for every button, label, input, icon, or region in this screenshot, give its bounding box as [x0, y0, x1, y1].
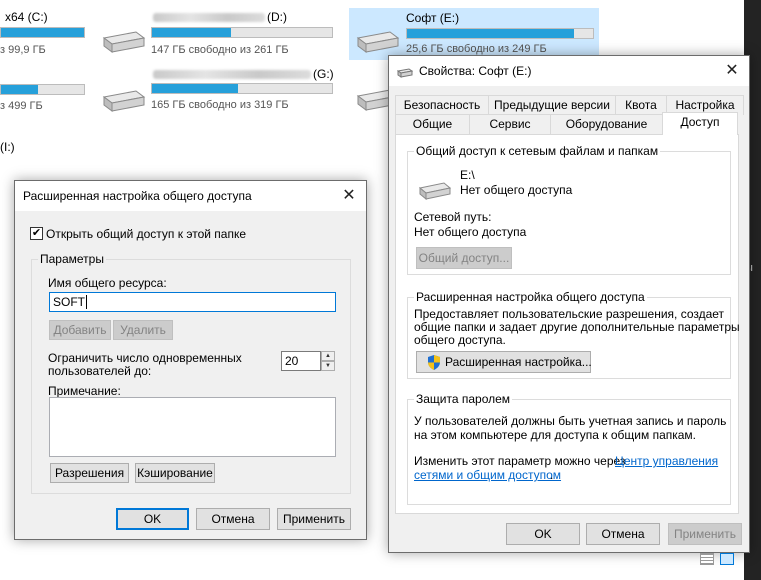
- sharing-tab-panel: Общий доступ к сетевым файлам и папкам E…: [395, 134, 740, 514]
- close-icon[interactable]: ✕: [338, 185, 360, 207]
- drive-label: (D:): [267, 10, 287, 24]
- share-name-value: SOFT: [53, 295, 85, 309]
- drive-label: x64 (C:): [5, 10, 48, 24]
- network-path-value: Нет общего доступа: [414, 225, 527, 239]
- note-textarea[interactable]: [49, 397, 336, 457]
- password-description-line: на этом компьютере для доступа к общим п…: [414, 428, 697, 442]
- drive-free-space: з 499 ГБ: [0, 100, 43, 112]
- tab-general[interactable]: Общие: [395, 114, 470, 134]
- drive-free-space: 147 ГБ свободно из 261 ГБ: [151, 44, 289, 56]
- network-sharing-group: Общий доступ к сетевым файлам и папкам E…: [407, 144, 731, 275]
- drive-d[interactable]: (D:) 147 ГБ свободно из 261 ГБ: [95, 0, 335, 60]
- cancel-button[interactable]: Отмена: [586, 523, 660, 545]
- network-center-link[interactable]: Центр управления: [615, 454, 718, 468]
- group-title: Защита паролем: [414, 392, 513, 406]
- drive-label: Софт (E:): [406, 11, 460, 25]
- drive-usage-bar: [0, 27, 85, 38]
- advanced-sharing-button-label: Расширенная настройка...: [445, 355, 592, 369]
- drive-usage-bar: [151, 27, 333, 38]
- share-status: Нет общего доступа: [460, 183, 573, 197]
- remove-button[interactable]: Удалить: [113, 320, 173, 340]
- ok-button[interactable]: OK: [506, 523, 580, 545]
- user-limit-value: 20: [285, 354, 299, 368]
- network-path-label: Сетевой путь:: [414, 210, 492, 224]
- drive-label: (G:): [313, 67, 334, 81]
- caching-button[interactable]: Кэширование: [135, 463, 215, 483]
- note-label: Примечание:: [48, 384, 121, 398]
- tab-hardware[interactable]: Оборудование: [550, 114, 663, 134]
- change-setting-text: Изменить этот параметр можно через: [414, 454, 626, 468]
- group-title: Общий доступ к сетевым файлам и папкам: [414, 144, 661, 158]
- share-name-input[interactable]: SOFT: [49, 292, 336, 312]
- advanced-sharing-dialog: Расширенная настройка общего доступа ✕ ✔…: [14, 180, 367, 540]
- drive-free-space: з 99,9 ГБ: [0, 44, 46, 56]
- group-title: Параметры: [38, 252, 106, 266]
- advanced-description-line: Предоставляет пользовательские разрешени…: [414, 307, 725, 321]
- user-limit-label: Ограничить число одновременных: [48, 351, 242, 365]
- drive-icon: [397, 68, 413, 78]
- drive-free-space: 165 ГБ свободно из 319 ГБ: [151, 99, 289, 111]
- group-title: Расширенная настройка общего доступа: [414, 290, 647, 304]
- blurred-name: [153, 13, 265, 22]
- user-limit-label: пользователей до:: [48, 364, 152, 378]
- details-view-icon[interactable]: [700, 553, 714, 565]
- drive-usage-bar: [406, 28, 594, 39]
- parameters-group: Параметры Имя общего ресурса: SOFT Добав…: [31, 252, 351, 494]
- share-button[interactable]: Общий доступ...: [416, 247, 512, 269]
- spin-up-icon[interactable]: ▲: [321, 351, 335, 361]
- drive-i-label[interactable]: (I:): [0, 140, 15, 154]
- ok-button[interactable]: OK: [116, 508, 189, 530]
- network-center-link-continued[interactable]: сетями и общим доступом: [414, 468, 561, 482]
- tab-security[interactable]: Безопасность: [395, 95, 489, 115]
- apply-button[interactable]: Применить: [668, 523, 742, 545]
- share-folder-checkbox[interactable]: ✔: [30, 227, 43, 240]
- drive-free-space: 25,6 ГБ свободно из 249 ГБ: [406, 43, 547, 55]
- advanced-description-line: общие папки и задает другие дополнительн…: [414, 320, 740, 334]
- share-name-label: Имя общего ресурса:: [48, 276, 167, 290]
- title-bar[interactable]: Свойства: Софт (E:) ✕: [389, 56, 749, 86]
- password-description-line: У пользователей должны быть учетная запи…: [414, 414, 727, 428]
- drive-e[interactable]: Софт (E:) 25,6 ГБ свободно из 249 ГБ: [349, 8, 599, 60]
- blurred-name: [153, 70, 311, 79]
- spin-down-icon[interactable]: ▼: [321, 361, 335, 371]
- tab-previous-versions[interactable]: Предыдущие версии: [488, 95, 616, 115]
- drive-icon: [102, 31, 146, 53]
- share-path: E:\: [460, 168, 475, 182]
- title-bar[interactable]: Расширенная настройка общего доступа ✕: [15, 181, 366, 211]
- add-button[interactable]: Добавить: [49, 320, 111, 340]
- properties-dialog: Свойства: Софт (E:) ✕ Безопасность Преды…: [388, 55, 750, 553]
- advanced-sharing-group: Расширенная настройка общего доступа Пре…: [407, 290, 740, 379]
- dialog-title: Свойства: Софт (E:): [419, 64, 532, 78]
- share-folder-checkbox-label[interactable]: Открыть общий доступ к этой папке: [46, 227, 246, 241]
- advanced-sharing-button[interactable]: Расширенная настройка...: [416, 351, 592, 373]
- tab-quota[interactable]: Квота: [615, 95, 667, 115]
- drive-icon: [418, 182, 452, 200]
- view-toggle-icons[interactable]: [700, 553, 740, 565]
- user-limit-input[interactable]: 20: [281, 351, 321, 371]
- apply-button[interactable]: Применить: [277, 508, 351, 530]
- permissions-button[interactable]: Разрешения: [50, 463, 129, 483]
- shield-icon: [428, 355, 440, 370]
- drive-icon: [356, 31, 400, 53]
- cancel-button[interactable]: Отмена: [196, 508, 270, 530]
- drive-usage-bar: [151, 83, 333, 94]
- link-tail: .: [550, 468, 554, 482]
- tab-tools[interactable]: Сервис: [469, 114, 551, 134]
- password-protection-group: Защита паролем У пользователей должны бы…: [407, 392, 731, 505]
- dialog-title: Расширенная настройка общего доступа: [23, 189, 252, 203]
- drive-icon: [102, 90, 146, 112]
- close-icon[interactable]: ✕: [721, 60, 743, 82]
- advanced-description-line: общего доступа.: [414, 333, 506, 347]
- drive-usage-bar: [0, 84, 85, 95]
- tab-sharing[interactable]: Доступ: [662, 112, 738, 135]
- tiles-view-icon[interactable]: [720, 553, 734, 565]
- drive-g[interactable]: (G:) 165 ГБ свободно из 319 ГБ: [95, 65, 340, 120]
